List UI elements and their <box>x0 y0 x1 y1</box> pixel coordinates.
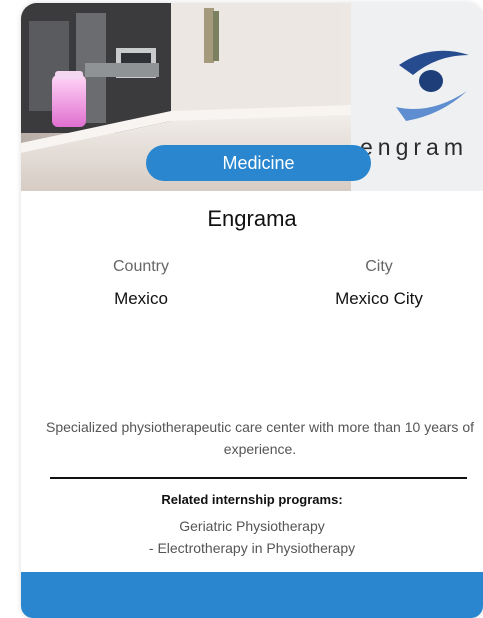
city-value: Mexico City <box>335 289 423 308</box>
divider <box>50 477 467 479</box>
program-item: Geriatric Physiotherapy <box>179 518 325 534</box>
card-footer-bar[interactable] <box>21 572 483 618</box>
country-value: Mexico <box>114 289 168 308</box>
country-label: Country <box>112 258 170 275</box>
related-programs-list: Geriatric Physiotherapy - Electrotherapy… <box>21 515 483 559</box>
clinic-description: Specialized physiotherapeutic care cente… <box>45 419 474 457</box>
related-programs-title: Related internship programs: <box>161 492 343 507</box>
clinic-title: Engrama <box>207 206 297 231</box>
program-item: - Electrotherapy in Physiotherapy <box>148 540 356 556</box>
country-block: Country Mexico <box>41 257 241 309</box>
photo-logo-text: engram <box>360 134 468 160</box>
category-badge[interactable]: Medicine <box>146 145 371 181</box>
city-label: City <box>365 258 393 275</box>
city-block: City Mexico City <box>279 257 479 309</box>
clinic-card[interactable]: engram Medicine Engrama Country Mexico C… <box>21 3 483 618</box>
